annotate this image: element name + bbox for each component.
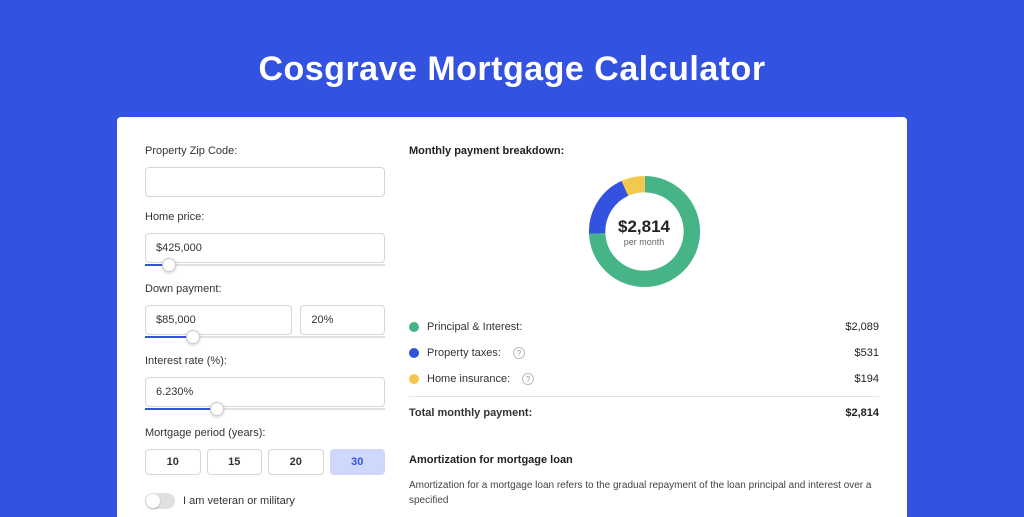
total-label: Total monthly payment:: [409, 407, 532, 419]
interest-input[interactable]: [145, 377, 385, 407]
legend-dot-icon: [409, 322, 419, 332]
donut-chart: $2,814 per month: [582, 169, 707, 294]
legend-value: $194: [855, 373, 879, 385]
legend-label: Home insurance:: [427, 373, 510, 385]
donut-center-sub: per month: [618, 237, 670, 247]
home-price-label: Home price:: [145, 211, 385, 223]
legend-label: Property taxes:: [427, 347, 501, 359]
inputs-column: Property Zip Code: Home price: Down paym…: [145, 145, 385, 517]
down-payment-amount-input[interactable]: [145, 305, 292, 335]
down-payment-pct-input[interactable]: [300, 305, 385, 335]
legend-row-taxes: Property taxes:? $531: [409, 340, 879, 366]
amortization-desc: Amortization for a mortgage loan refers …: [409, 478, 879, 508]
down-payment-slider[interactable]: [145, 333, 385, 341]
down-payment-label: Down payment:: [145, 283, 385, 295]
period-option-30[interactable]: 30: [330, 449, 386, 475]
zip-input[interactable]: [145, 167, 385, 197]
legend-row-insurance: Home insurance:? $194: [409, 366, 879, 392]
veteran-toggle[interactable]: [145, 493, 175, 509]
donut-chart-row: $2,814 per month: [409, 169, 879, 294]
amortization-section: Amortization for mortgage loan Amortizat…: [409, 454, 879, 508]
amortization-title: Amortization for mortgage loan: [409, 454, 879, 466]
home-price-field-group: Home price:: [145, 211, 385, 269]
veteran-toggle-row: I am veteran or military: [145, 493, 385, 509]
help-icon[interactable]: ?: [513, 347, 525, 359]
page-title: Cosgrave Mortgage Calculator: [0, 0, 1024, 117]
slider-thumb[interactable]: [186, 330, 200, 344]
home-price-slider[interactable]: [145, 261, 385, 269]
legend-value: $2,089: [845, 321, 879, 333]
zip-field-group: Property Zip Code:: [145, 145, 385, 197]
period-option-10[interactable]: 10: [145, 449, 201, 475]
interest-slider[interactable]: [145, 405, 385, 413]
period-option-20[interactable]: 20: [268, 449, 324, 475]
total-value: $2,814: [845, 407, 879, 419]
interest-label: Interest rate (%):: [145, 355, 385, 367]
slider-thumb[interactable]: [162, 258, 176, 272]
total-row: Total monthly payment: $2,814: [409, 396, 879, 426]
help-icon[interactable]: ?: [522, 373, 534, 385]
legend-value: $531: [855, 347, 879, 359]
zip-label: Property Zip Code:: [145, 145, 385, 157]
period-options: 10152030: [145, 449, 385, 475]
period-field-group: Mortgage period (years): 10152030: [145, 427, 385, 475]
legend-dot-icon: [409, 348, 419, 358]
veteran-toggle-label: I am veteran or military: [183, 495, 295, 507]
home-price-input[interactable]: [145, 233, 385, 263]
calculator-card: Property Zip Code: Home price: Down paym…: [117, 117, 907, 517]
period-option-15[interactable]: 15: [207, 449, 263, 475]
legend-row-principal: Principal & Interest: $2,089: [409, 314, 879, 340]
down-payment-field-group: Down payment:: [145, 283, 385, 341]
period-label: Mortgage period (years):: [145, 427, 385, 439]
interest-field-group: Interest rate (%):: [145, 355, 385, 413]
results-column: Monthly payment breakdown: $2,814 per mo…: [409, 145, 879, 517]
legend-label: Principal & Interest:: [427, 321, 522, 333]
breakdown-title: Monthly payment breakdown:: [409, 145, 879, 157]
slider-thumb[interactable]: [210, 402, 224, 416]
legend-list: Principal & Interest: $2,089 Property taxe…: [409, 314, 879, 392]
donut-center-amount: $2,814: [618, 217, 670, 237]
legend-dot-icon: [409, 374, 419, 384]
